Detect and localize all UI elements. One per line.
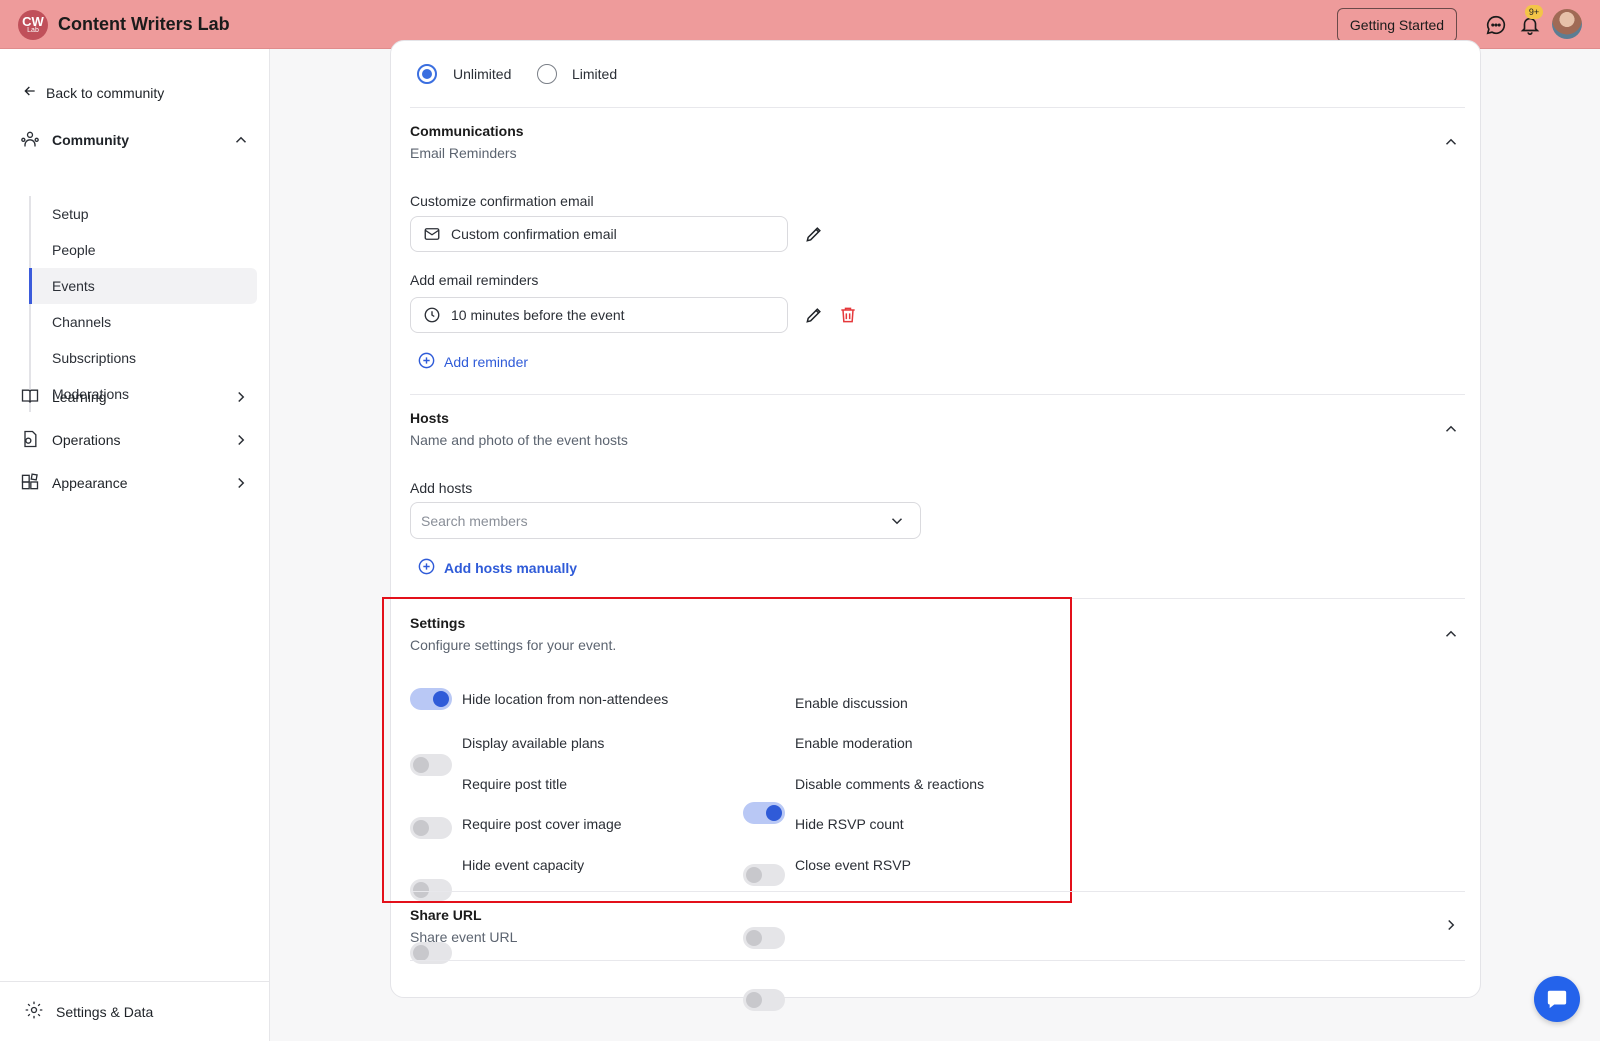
logo-sub: Lab <box>27 27 39 34</box>
settings-data-label: Settings & Data <box>56 1003 154 1020</box>
confirmation-email-field[interactable]: Custom confirmation email <box>410 216 788 252</box>
community-logo[interactable]: CW Lab <box>18 10 48 40</box>
add-hosts-manually-label: Add hosts manually <box>444 560 578 576</box>
hosts-title: Hosts <box>410 410 449 426</box>
trash-icon[interactable] <box>838 305 858 330</box>
plus-circle-icon <box>417 351 436 373</box>
search-members-placeholder: Search members <box>421 512 528 529</box>
chevron-right-icon[interactable] <box>232 431 250 452</box>
pencil-icon[interactable] <box>804 224 824 249</box>
section-divider <box>410 107 1465 108</box>
radio-limited[interactable] <box>537 64 557 84</box>
add-hosts-label: Add hosts <box>410 480 473 496</box>
community-name[interactable]: Content Writers Lab <box>58 14 230 35</box>
email-reminder-value: 10 minutes before the event <box>451 307 625 323</box>
radio-limited-label: Limited <box>572 66 618 82</box>
chevron-up-icon[interactable] <box>1442 133 1460 156</box>
settings-highlight-box <box>382 597 1072 903</box>
support-chat-button[interactable] <box>1534 976 1580 1022</box>
confirmation-email-label: Customize confirmation email <box>410 193 594 209</box>
appearance-label: Appearance <box>52 475 128 491</box>
sidebar-item-channels[interactable]: Channels <box>31 304 257 340</box>
chevron-right-icon[interactable] <box>232 388 250 409</box>
back-label: Back to community <box>46 84 165 101</box>
toggle-hide-rsvp-count[interactable] <box>743 989 785 1011</box>
chevron-up-icon[interactable] <box>232 131 250 152</box>
sidebar-item-people[interactable]: People <box>31 232 257 268</box>
sidebar-section-appearance[interactable]: Appearance <box>20 471 250 495</box>
sidebar-section-community[interactable]: Community <box>20 128 250 152</box>
community-label: Community <box>52 132 129 148</box>
plus-circle-icon <box>417 557 436 579</box>
operations-label: Operations <box>52 432 121 448</box>
chevron-up-icon[interactable] <box>1442 625 1460 648</box>
chevron-up-icon[interactable] <box>1442 420 1460 443</box>
message-icon <box>1546 988 1568 1015</box>
add-reminder-label: Add reminder <box>444 354 529 370</box>
user-avatar[interactable] <box>1552 9 1582 39</box>
email-reminder-field[interactable]: 10 minutes before the event <box>410 297 788 333</box>
chevron-right-icon[interactable] <box>232 474 250 495</box>
arrow-left-icon <box>22 83 38 102</box>
communications-title: Communications <box>410 123 524 139</box>
sidebar-section-learning[interactable]: Learning <box>20 385 250 409</box>
communications-subtitle: Email Reminders <box>410 145 517 161</box>
community-subnav: Setup People Events Channels Subscriptio… <box>29 196 257 412</box>
share-url-title: Share URL <box>410 907 482 923</box>
getting-started-button[interactable]: Getting Started <box>1337 8 1457 42</box>
add-reminder-button[interactable]: Add reminder <box>417 351 528 373</box>
clock-icon <box>423 306 441 324</box>
add-hosts-manually-button[interactable]: Add hosts manually <box>417 557 577 579</box>
share-url-subtitle: Share event URL <box>410 929 518 945</box>
sidebar-item-events[interactable]: Events <box>29 268 257 304</box>
gear-icon <box>24 1000 44 1023</box>
pencil-icon[interactable] <box>804 305 824 330</box>
section-divider <box>410 960 1465 961</box>
mail-icon <box>423 225 441 243</box>
email-reminders-label: Add email reminders <box>410 272 539 288</box>
section-divider <box>410 891 1465 892</box>
sidebar-item-setup[interactable]: Setup <box>31 196 257 232</box>
sidebar: Back to community Community Setup People… <box>0 49 270 1041</box>
chat-icon[interactable] <box>1485 14 1507 36</box>
radio-unlimited-label: Unlimited <box>453 66 512 82</box>
confirmation-email-value: Custom confirmation email <box>451 226 617 242</box>
search-members-input[interactable]: Search members <box>410 502 921 539</box>
toggle-disable-comments[interactable] <box>743 927 785 949</box>
back-to-community-link[interactable]: Back to community <box>22 83 164 102</box>
section-divider <box>410 394 1465 395</box>
settings-data-link[interactable]: Settings & Data <box>0 981 270 1041</box>
radio-unlimited[interactable] <box>417 64 437 84</box>
sidebar-item-subscriptions[interactable]: Subscriptions <box>31 340 257 376</box>
community-icon <box>20 129 40 152</box>
notification-badge: 9+ <box>1525 5 1543 19</box>
hosts-subtitle: Name and photo of the event hosts <box>410 432 628 448</box>
sidebar-section-operations[interactable]: Operations <box>20 428 250 452</box>
chevron-down-icon[interactable] <box>888 512 906 533</box>
book-icon <box>20 386 40 409</box>
appearance-icon <box>20 472 40 495</box>
chevron-right-icon[interactable] <box>1442 916 1460 939</box>
operations-icon <box>20 429 40 452</box>
learning-label: Learning <box>52 389 107 405</box>
